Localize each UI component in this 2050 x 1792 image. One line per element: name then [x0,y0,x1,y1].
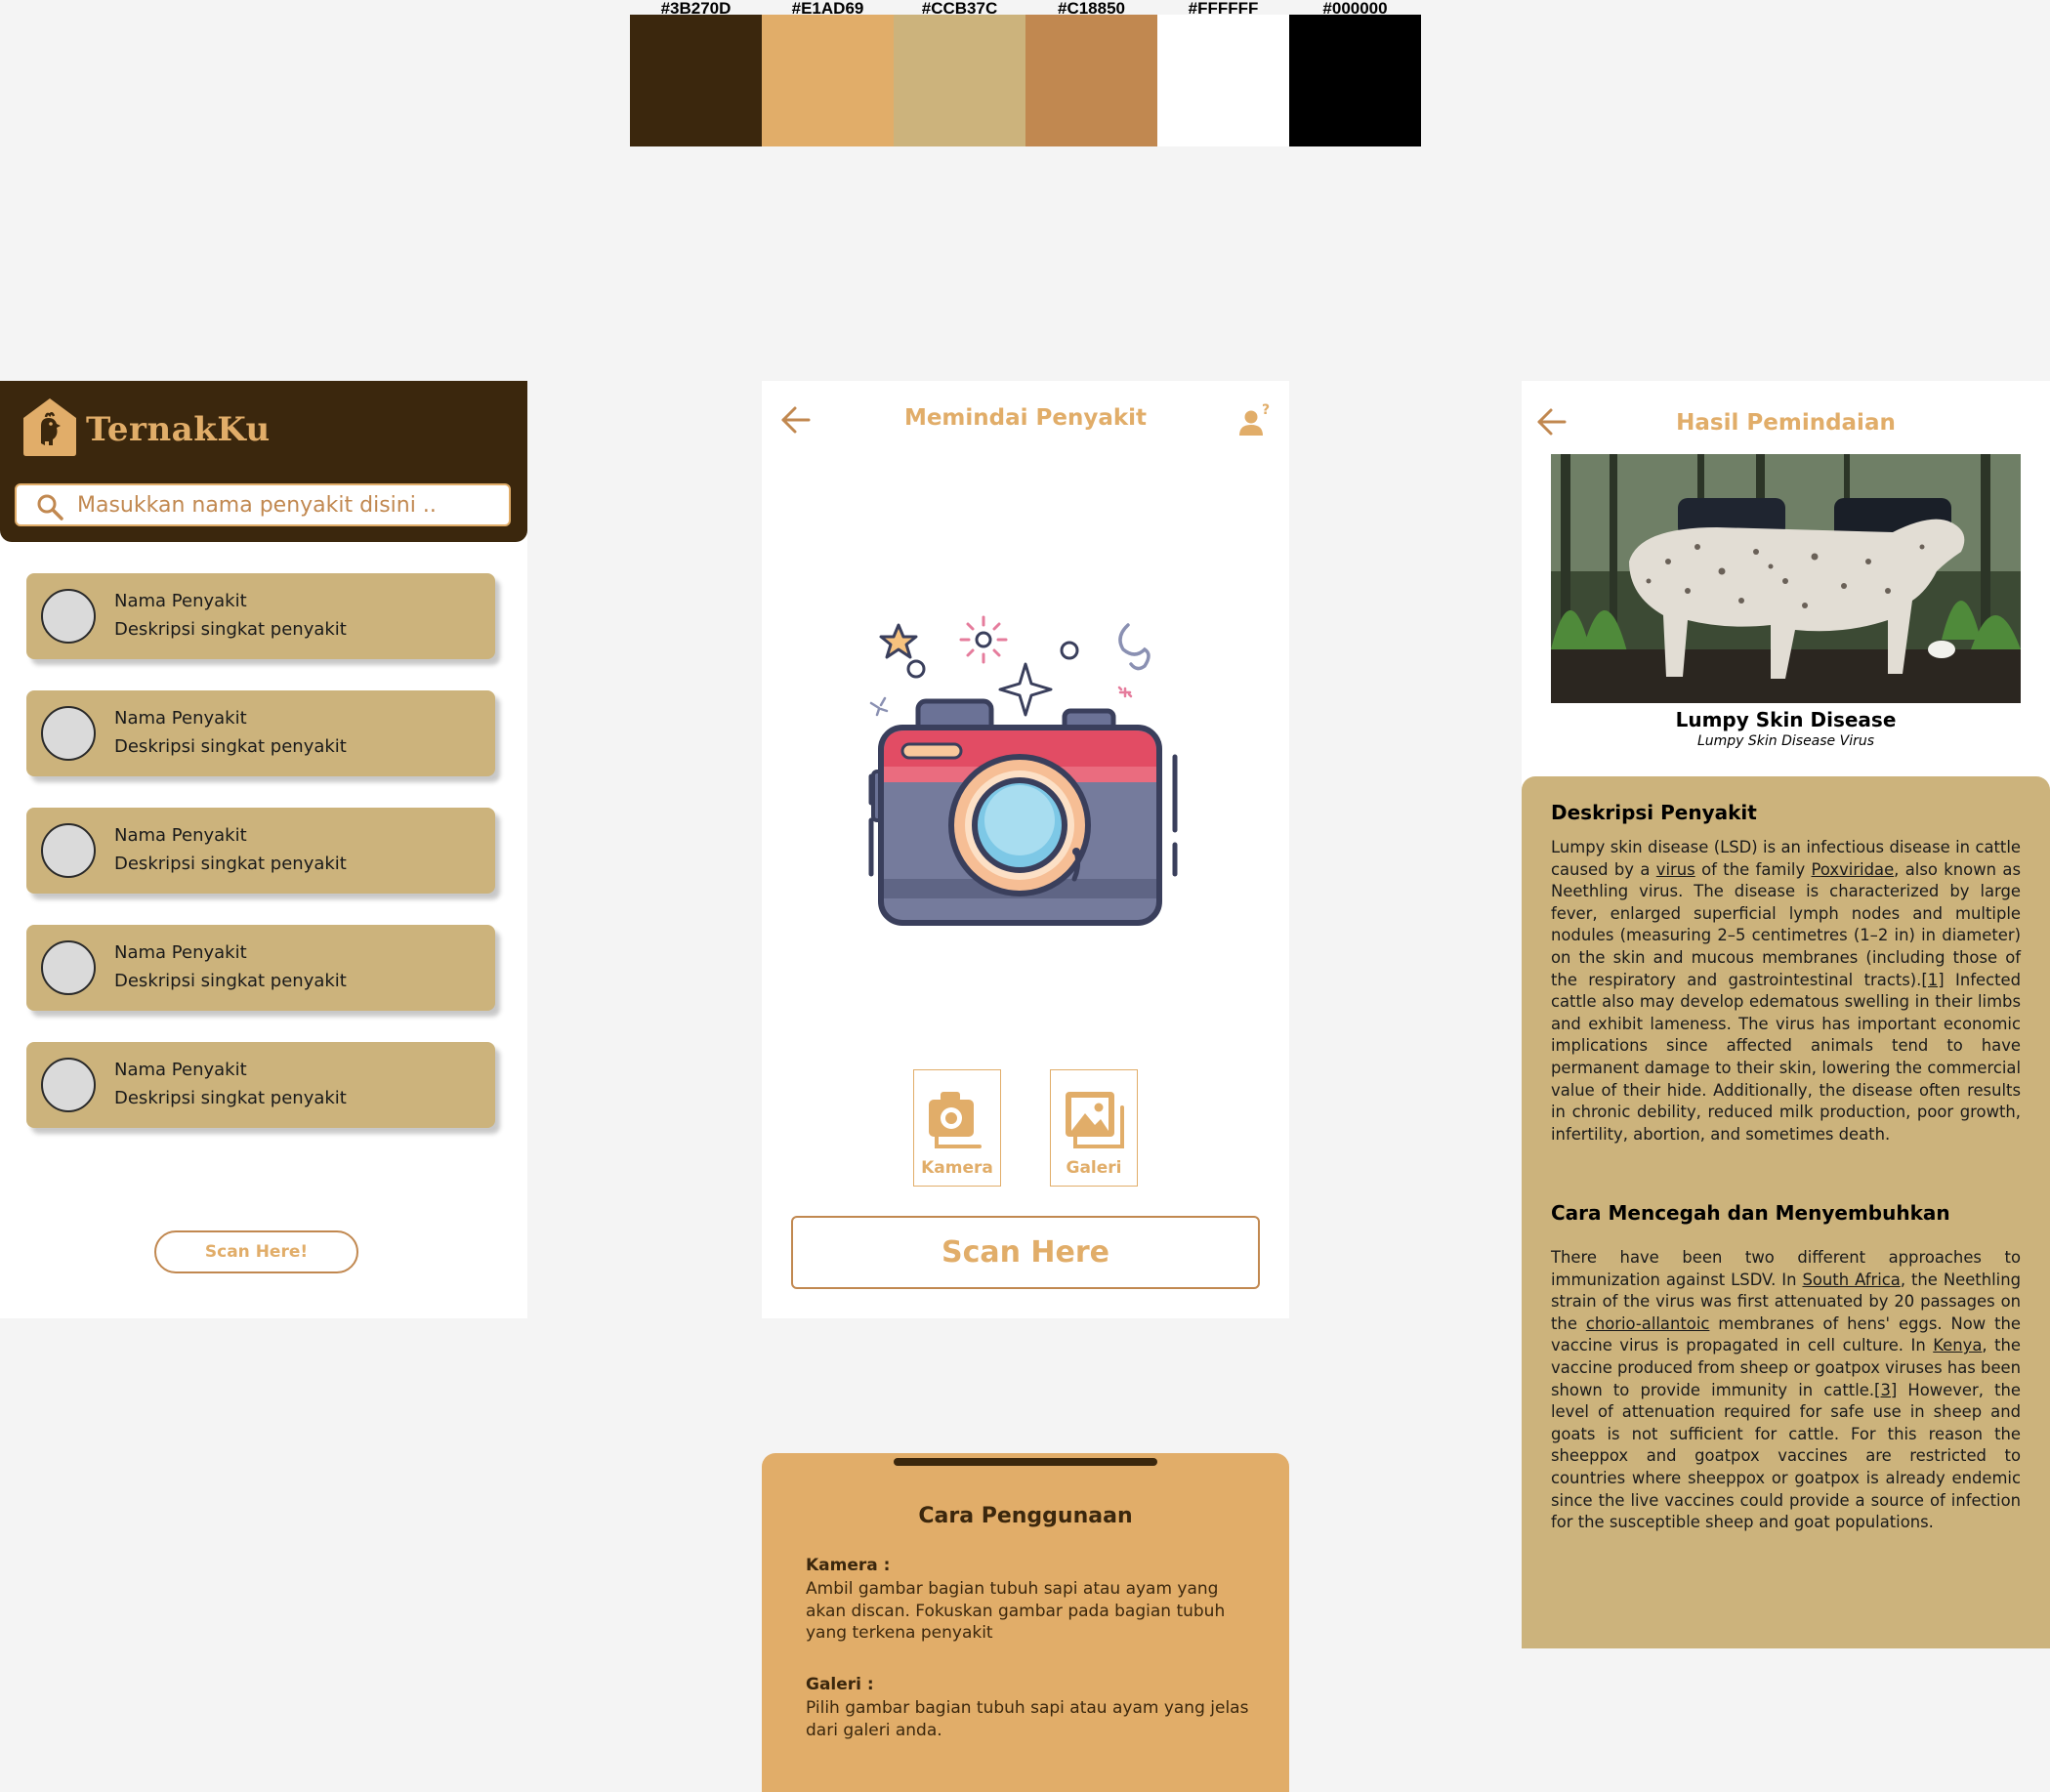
svg-text:?: ? [1262,402,1270,418]
disease-description: Deskripsi singkat penyakit [114,854,347,874]
disease-card[interactable]: Nama Penyakit Deskripsi singkat penyakit [26,808,495,894]
disease-pathogen: Lumpy Skin Disease Virus [1696,733,1875,749]
camera-option-label: Kamera [921,1158,993,1178]
home-screen: TernakKu Nama Penyakit Deskripsi singkat… [0,381,527,1318]
description-text: Lumpy skin disease (LSD) is an infectiou… [1551,837,2021,1146]
citation-3-link[interactable]: [3] [1874,1381,1897,1399]
disease-card[interactable]: Nama Penyakit Deskripsi singkat penyakit [26,1042,495,1128]
camera-illustration-icon [868,615,1178,926]
gallery-option-label: Galeri [1066,1158,1122,1178]
swatch-brown [1025,15,1157,146]
swatch-black [1289,15,1421,146]
scan-button[interactable]: Scan Here [791,1216,1260,1289]
kenya-link[interactable]: Kenya [1933,1336,1982,1354]
gallery-option-button[interactable]: Galeri [1050,1069,1138,1187]
disease-name: Nama Penyakit [114,1060,247,1080]
disease-thumbnail [41,1058,96,1112]
text-segment: of the family [1694,859,1812,879]
swatch-dark-brown [630,15,762,146]
disease-thumbnail [41,589,96,644]
disease-thumbnail [41,823,96,878]
user-help-icon[interactable]: ? [1237,402,1273,438]
swatch-white [1157,15,1289,146]
disease-description: Deskripsi singkat penyakit [114,971,347,991]
text-segment: Infected cattle also may develop edemato… [1551,970,2021,1144]
prevention-heading: Cara Mencegah dan Menyembuhkan [1551,1201,1950,1225]
swatch-orange [762,15,894,146]
result-info-panel: Deskripsi Penyakit Lumpy skin disease (L… [1522,776,2050,1648]
text-segment: However, the level of attenuation requir… [1551,1380,2021,1532]
search-bar[interactable] [15,483,511,526]
house-chicken-icon [23,398,76,456]
poxviridae-link[interactable]: Poxviridae [1812,860,1895,879]
sheet-drag-handle[interactable] [894,1458,1157,1466]
search-icon [37,494,63,521]
south-africa-link[interactable]: South Africa [1802,1271,1900,1289]
page-title: Hasil Pemindaian [1676,410,1896,436]
disease-name: Nama Penyakit [114,942,247,963]
scan-here-button[interactable]: Scan Here! [154,1230,358,1273]
disease-description: Deskripsi singkat penyakit [114,736,347,757]
disease-description: Deskripsi singkat penyakit [114,619,347,640]
gallery-icon [1066,1092,1124,1148]
home-header: TernakKu [0,381,527,542]
swatch-tan [894,15,1025,146]
camera-option-button[interactable]: Kamera [913,1069,1001,1187]
disease-name: Nama Penyakit [114,708,247,729]
disease-card[interactable]: Nama Penyakit Deskripsi singkat penyakit [26,690,495,776]
citation-1-link[interactable]: [1] [1921,971,1944,989]
disease-name: Nama Penyakit [114,591,247,611]
scanned-cow-photo [1551,454,2021,703]
disease-description: Deskripsi singkat penyakit [114,1088,347,1108]
guide-title: Cara Penggunaan [918,1504,1133,1528]
search-input[interactable] [77,489,487,521]
disease-card[interactable]: Nama Penyakit Deskripsi singkat penyakit [26,925,495,1011]
page-title: Memindai Penyakit [903,405,1148,431]
disease-name: Lumpy Skin Disease [1675,708,1897,731]
disease-card[interactable]: Nama Penyakit Deskripsi singkat penyakit [26,573,495,659]
disease-thumbnail [41,706,96,761]
usage-guide-sheet: Cara Penggunaan Kamera : Ambil gambar ba… [762,1453,1289,1792]
description-heading: Deskripsi Penyakit [1551,801,1757,824]
guide-galeri-heading: Galeri : [806,1675,874,1694]
camera-icon [929,1092,982,1148]
disease-thumbnail [41,940,96,995]
guide-kamera-text: Ambil gambar bagian tubuh sapi atau ayam… [806,1579,1226,1643]
guide-kamera-heading: Kamera : [806,1556,891,1575]
virus-link[interactable]: virus [1656,860,1695,879]
app-name: TernakKu [86,410,271,449]
guide-galeri-text: Pilih gambar bagian tubuh sapi atau ayam… [806,1698,1249,1740]
result-screen: Hasil Pemindaian Lumpy Skin Disease Lump… [1522,381,2050,1648]
prevention-text: There have been two different approaches… [1551,1247,2021,1534]
chorio-allantoic-link[interactable]: chorio-allantoic [1586,1314,1710,1333]
disease-name: Nama Penyakit [114,825,247,846]
color-palette: #3B270D #E1AD69 #CCB37C #C18850 #FFFFFF … [630,0,1421,146]
scan-screen: Memindai Penyakit ? Kamera Galeri Scan H… [762,381,1289,1318]
